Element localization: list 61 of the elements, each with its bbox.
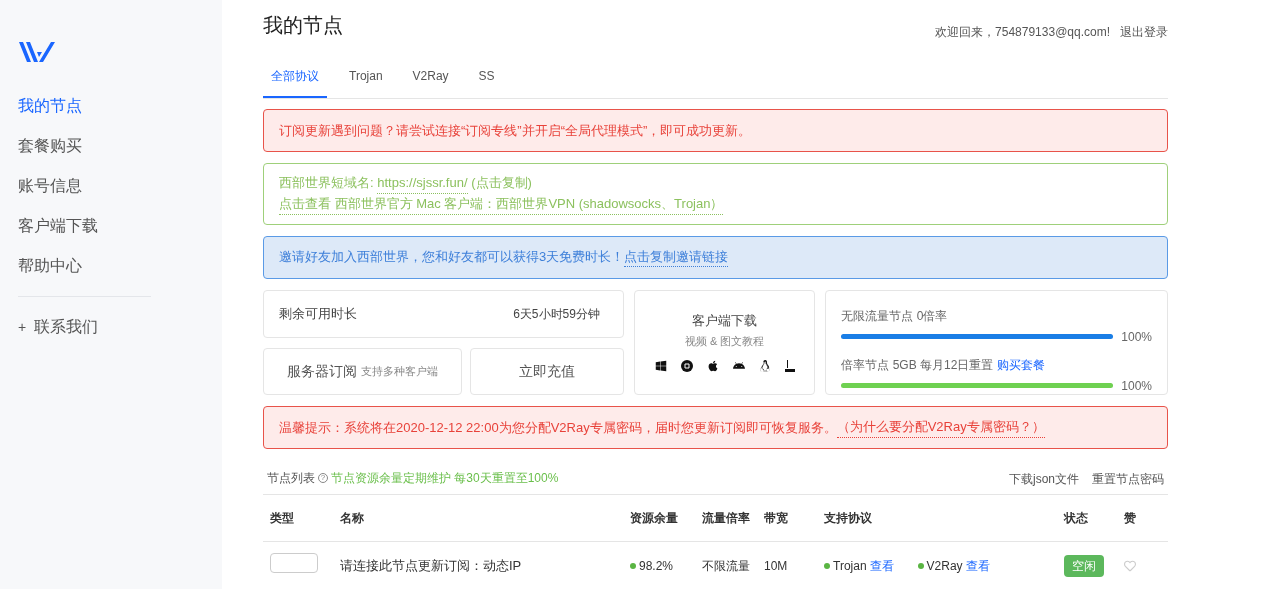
node-name: 请连接此节点更新订阅：动态IP <box>333 542 623 589</box>
remaining-value: 6天5小时59分钟 <box>513 306 601 324</box>
copy-hint: (点击复制) <box>470 173 532 192</box>
recharge-button[interactable]: 立即充值 <box>470 348 624 395</box>
traffic-label: 倍率节点 5GB 每月12日重置 <box>841 356 995 374</box>
column-header: 支持协议 <box>817 495 1057 542</box>
bandwidth-cell: 10M <box>757 542 817 589</box>
sidebar-item[interactable]: 帮助中心 <box>18 246 82 286</box>
warning-link[interactable]: （为什么要分配V2Ray专属密码？） <box>836 417 1045 438</box>
sidebar-item[interactable]: 客户端下载 <box>18 206 98 246</box>
protocol-name: V2Ray <box>926 557 963 575</box>
column-header: 流量倍率 <box>695 495 757 542</box>
protocol-tab[interactable]: V2Ray <box>404 67 457 98</box>
column-header: 赞 <box>1117 495 1168 542</box>
subscription-button[interactable]: 服务器订阅 支持多种客户端 <box>263 348 462 395</box>
circle-logo-icon[interactable] <box>680 359 693 372</box>
welcome-text: 欢迎回来，754879133@qq.com! <box>935 24 1110 41</box>
contact-label: 联系我们 <box>34 317 99 337</box>
protocol-view-link[interactable]: 查看 <box>869 556 894 575</box>
logout-link[interactable]: 退出登录 <box>1120 23 1168 41</box>
column-header: 资源余量 <box>623 495 695 542</box>
traffic-label: 无限流量节点 0倍率 <box>841 307 948 325</box>
apple-icon[interactable] <box>706 359 719 372</box>
rate-cell: 不限流量 <box>695 542 757 589</box>
sidebar-item[interactable]: 账号信息 <box>18 166 82 206</box>
node-list-note: 节点资源余量定期维护 每30天重置至100% <box>331 470 559 487</box>
contact-link[interactable]: + 联系我们 <box>18 307 99 347</box>
windows-icon[interactable] <box>654 359 667 372</box>
protocol-view-link[interactable]: 查看 <box>965 556 990 575</box>
page-title: 我的节点 <box>263 13 343 38</box>
remaining-percent: 98.2% <box>639 557 674 575</box>
warning-text: 温馨提示：系统将在2020-12-12 22:00为您分配V2Ray专属密码，届时您更新订阅即可恢复服务。 <box>279 418 837 437</box>
column-header: 类型 <box>263 495 333 542</box>
android-icon[interactable] <box>732 359 745 372</box>
node-action-link[interactable]: 重置节点密码 <box>1092 470 1164 488</box>
node-action-link[interactable]: 下载json文件 <box>1009 470 1079 488</box>
sidebar-item[interactable]: 套餐购买 <box>18 126 82 166</box>
node-list-title: 节点列表 <box>267 470 315 487</box>
plus-icon: + <box>18 316 27 338</box>
column-header: 带宽 <box>757 495 817 542</box>
status-badge: 空闲 <box>1064 554 1104 577</box>
progress-reading: 100% <box>1121 377 1152 395</box>
domain-label: 西部世界短域名: <box>279 173 375 192</box>
logo-icon <box>18 40 56 64</box>
invite-text: 邀请好友加入西部世界，您和好友都可以获得3天免费时长！ <box>279 248 625 267</box>
column-header: 名称 <box>333 495 623 542</box>
linux-icon[interactable] <box>758 359 771 372</box>
router-icon[interactable] <box>784 359 795 372</box>
tutorial-link[interactable]: 视频 & 图文教程 <box>684 333 765 350</box>
protocol-tab[interactable]: 全部协议 <box>263 67 327 98</box>
type-badge <box>270 553 318 574</box>
remaining-label: 剩余可用时长 <box>279 305 357 324</box>
sidebar-item[interactable]: 我的节点 <box>18 86 82 126</box>
protocol-name: Trojan <box>833 557 867 575</box>
protocol-tab[interactable]: SS <box>470 67 503 98</box>
progress-reading: 100% <box>1121 328 1152 346</box>
download-title: 客户端下载 <box>692 311 758 330</box>
buy-plan-link[interactable]: 购买套餐 <box>996 355 1045 374</box>
protocol-tab[interactable]: Trojan <box>341 67 391 98</box>
column-header: 状态 <box>1057 495 1117 542</box>
error-alert: 订阅更新遇到问题？请尝试连接“订阅专线”并开启“全局代理模式”，即可成功更新。 <box>263 109 1168 153</box>
